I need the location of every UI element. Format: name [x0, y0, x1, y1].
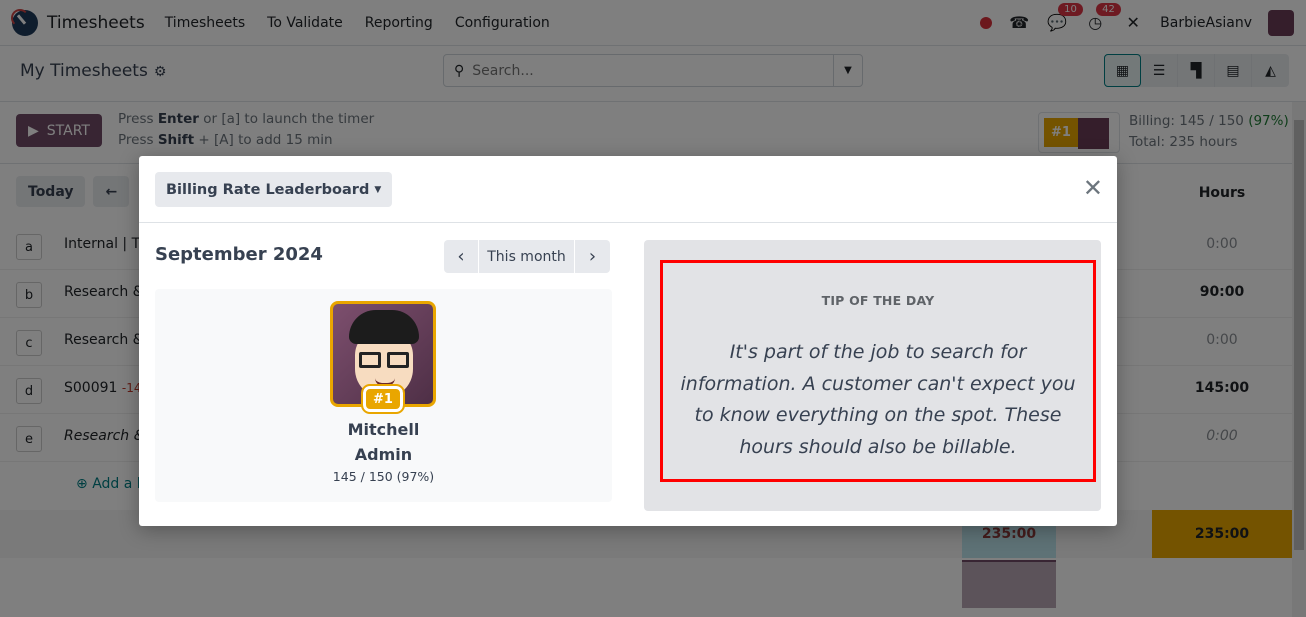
leaderboard-type-dropdown[interactable]: Billing Rate Leaderboard ▼ — [155, 172, 393, 207]
tip-text: It's part of the job to search for infor… — [680, 341, 1076, 458]
chevron-right-icon: › — [588, 246, 597, 267]
next-month-button[interactable]: › — [575, 240, 610, 273]
leaderboard-dialog: Billing Rate Leaderboard ▼ ✕ September 20… — [139, 156, 1117, 526]
previous-month-button[interactable]: ‹ — [444, 240, 479, 273]
close-icon[interactable]: ✕ — [1083, 176, 1103, 200]
tip-panel: TIP OF THE DAY It's part of the job to s… — [644, 240, 1101, 511]
caret-down-icon: ▼ — [374, 184, 382, 195]
leader-last-name: Admin — [354, 445, 413, 464]
leader-first-name: Mitchell — [347, 420, 420, 439]
leader-card: #1 Mitchell Admin 145 / 150 (97%) — [155, 289, 612, 502]
period-navigation: ‹ This month › — [444, 240, 610, 273]
leader-score: 145 / 150 (97%) — [332, 469, 435, 484]
tip-title: TIP OF THE DAY — [821, 293, 935, 308]
period-title: September 2024 — [155, 244, 323, 265]
leader-name: Mitchell Admin — [155, 417, 612, 467]
chevron-left-icon: ‹ — [457, 246, 465, 267]
avatar-hair — [349, 310, 419, 344]
dialog-header: Billing Rate Leaderboard ▼ ✕ — [139, 156, 1117, 223]
avatar-glasses — [387, 352, 409, 368]
avatar-glasses — [359, 352, 381, 368]
dropdown-label: Billing Rate Leaderboard — [166, 181, 370, 198]
this-month-button[interactable]: This month — [479, 240, 575, 273]
rank-badge: #1 — [361, 384, 405, 414]
tip-highlight-box: TIP OF THE DAY It's part of the job to s… — [660, 260, 1096, 482]
